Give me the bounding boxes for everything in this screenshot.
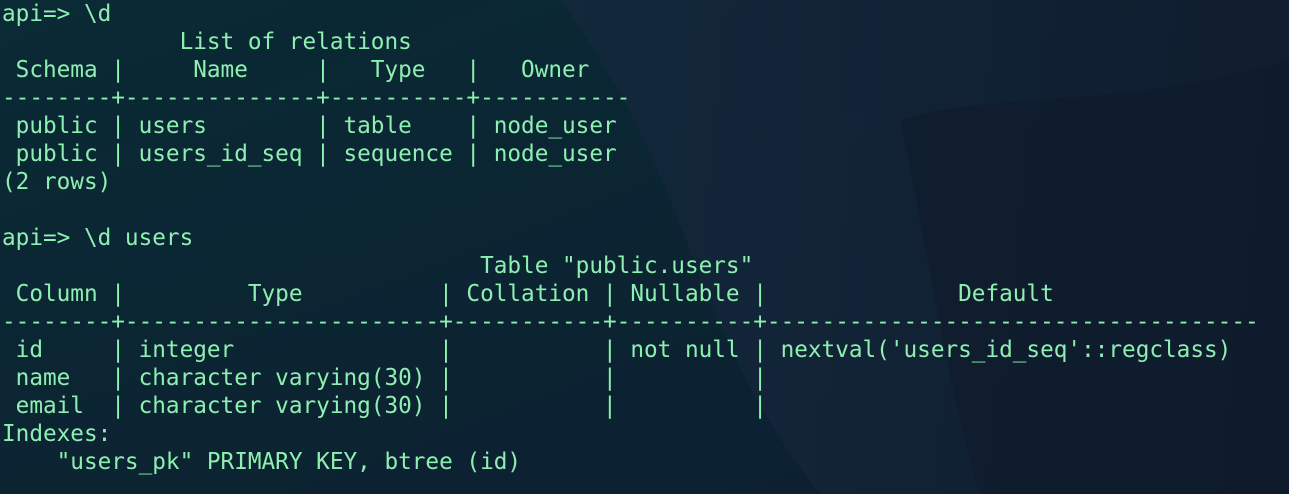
index-entry: "users_pk" PRIMARY KEY, btree (id)	[2, 449, 522, 475]
terminal-output: api=> \d List of relations Schema | Name…	[2, 0, 1259, 476]
prompt-line: api=> \d	[2, 1, 112, 27]
relations-row: public | users | table | node_user	[2, 113, 617, 139]
relations-separator: --------+--------------+----------+-----…	[2, 85, 631, 111]
column-row: email | character varying(30) | | |	[2, 393, 767, 419]
column-row: id | integer | | not null | nextval('use…	[2, 337, 1232, 363]
columns-separator: --------+-----------------------+-------…	[2, 309, 1259, 335]
table-title: Table "public.users"	[2, 253, 754, 279]
prompt-line: api=> \d users	[2, 225, 194, 251]
row-count: (2 rows)	[2, 169, 112, 195]
relations-title: List of relations	[2, 29, 412, 55]
indexes-label: Indexes:	[2, 421, 112, 447]
relations-header: Schema | Name | Type | Owner	[2, 57, 590, 83]
column-row: name | character varying(30) | | |	[2, 365, 767, 391]
columns-header: Column | Type | Collation | Nullable | D…	[2, 281, 1054, 307]
relations-row: public | users_id_seq | sequence | node_…	[2, 141, 617, 167]
